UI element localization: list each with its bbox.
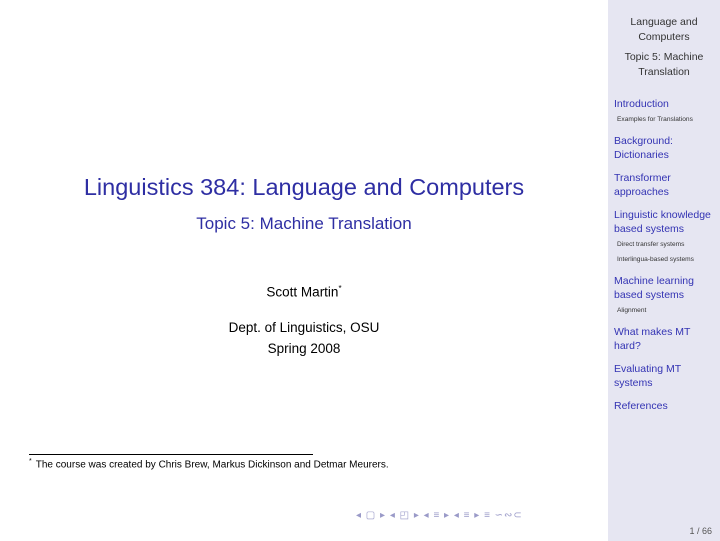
sidebar-item-machine-learning[interactable]: Machine learning based systems [614,274,718,302]
sidebar-title-line: Computers [638,31,690,43]
footnote-rule [29,454,313,455]
footnote-text: The course was created by Chris Brew, Ma… [35,459,389,471]
sidebar-subitem-examples[interactable]: Examples for Translations [617,115,718,125]
sidebar-topic-line: Topic 5: Machine [624,51,704,63]
sidebar-topic-title[interactable]: Topic 5: Machine Translation [608,50,720,80]
page-number: 1 / 66 [689,526,712,536]
institution-block: Dept. of Linguistics, OSU Spring 2008 [0,317,608,359]
term: Spring 2008 [267,341,341,356]
sidebar-item-evaluating-mt[interactable]: Evaluating MT systems [614,362,718,390]
nav-group: Linguistic knowledge based systems Direc… [614,208,718,265]
sidebar-subitem-direct-transfer[interactable]: Direct transfer systems [617,240,718,250]
sidebar-course-title[interactable]: Language and Computers [608,15,720,45]
nav-group: Machine learning based systems Alignment [614,274,718,316]
sidebar-item-introduction[interactable]: Introduction [614,97,718,111]
author-footnote-mark: * [338,284,342,293]
navigation-controls[interactable]: ◂ ▢ ▸ ◂ ◰ ▸ ◂ ≡ ▸ ◂ ≡ ▸ ≡ ∽∾⊂ [356,510,523,521]
sidebar-nav: Introduction Examples for Translations B… [614,97,718,422]
institution: Dept. of Linguistics, OSU [228,320,380,335]
footnote-mark: * [29,458,32,465]
sidebar-item-what-makes-mt-hard[interactable]: What makes MT hard? [614,325,718,353]
slide-subtitle: Topic 5: Machine Translation [196,214,412,233]
sidebar-item-linguistic-knowledge[interactable]: Linguistic knowledge based systems [614,208,718,236]
slide-title: Linguistics 384: Language and Computers [83,174,525,200]
nav-group: References [614,399,718,413]
nav-group: Background: Dictionaries [614,134,718,162]
nav-group: Introduction Examples for Translations [614,97,718,125]
sidebar-item-transformer[interactable]: Transformer approaches [614,171,718,199]
author: Scott Martin* [0,284,608,300]
sidebar-title-line: Language and [630,16,698,28]
sidebar-subitem-alignment[interactable]: Alignment [617,306,718,316]
slide-main: Linguistics 384: Language and Computers … [0,0,608,541]
sidebar-topic-line: Translation [638,66,690,78]
sidebar-item-references[interactable]: References [614,399,718,413]
nav-group: What makes MT hard? [614,325,718,353]
nav-group: Transformer approaches [614,171,718,199]
footnote: * The course was created by Chris Brew, M… [29,458,389,470]
sidebar-item-background[interactable]: Background: Dictionaries [614,134,718,162]
nav-group: Evaluating MT systems [614,362,718,390]
author-name: Scott Martin [266,284,339,300]
sidebar-subitem-interlingua[interactable]: Interlingua-based systems [617,255,718,265]
